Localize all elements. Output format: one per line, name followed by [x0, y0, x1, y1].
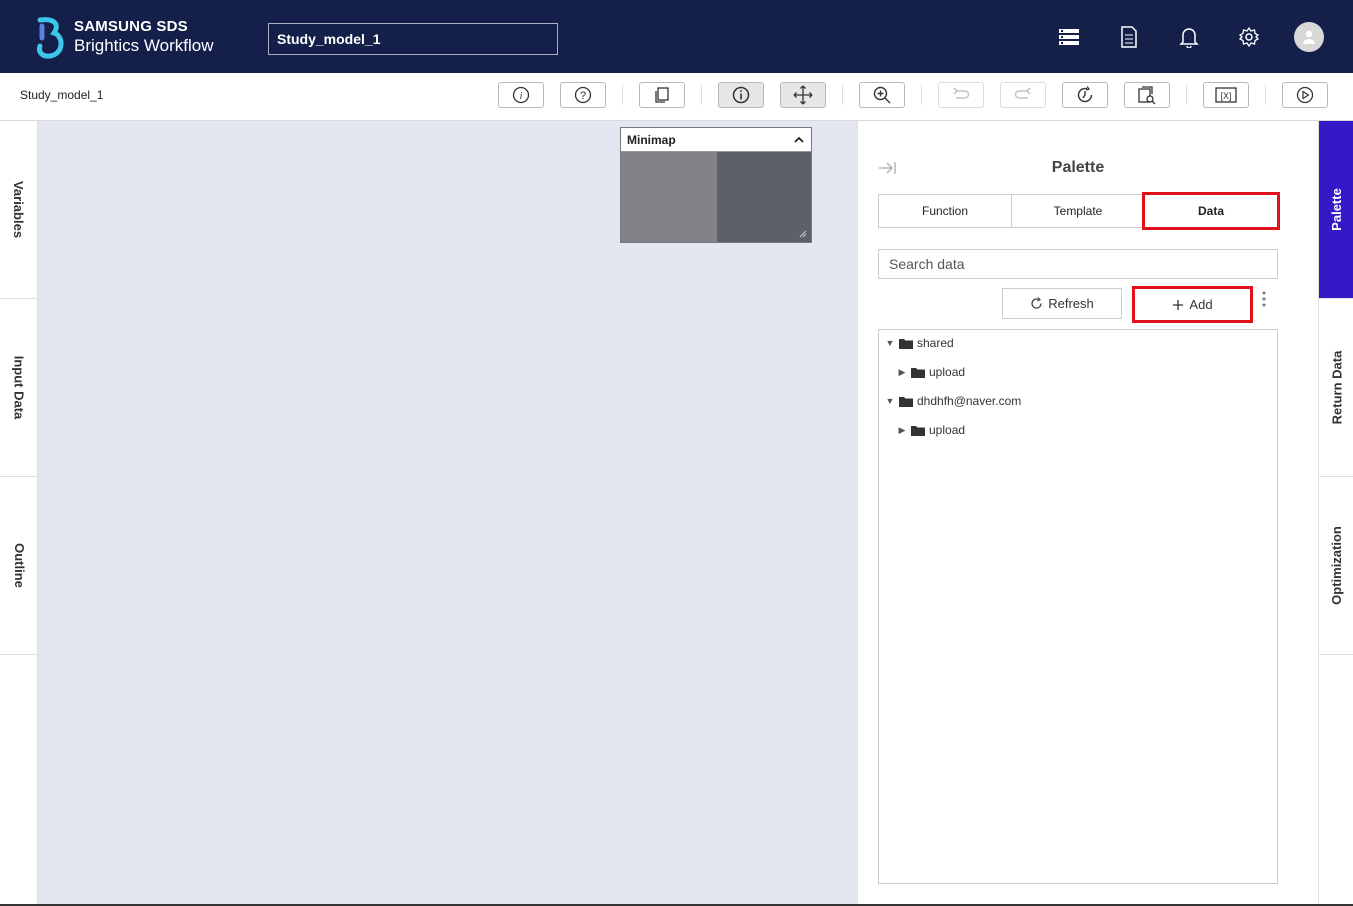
- folder-icon: [899, 338, 913, 349]
- bell-icon[interactable]: [1174, 22, 1204, 52]
- svg-text:i: i: [520, 91, 523, 102]
- move-button[interactable]: [780, 82, 826, 108]
- tab-outline-label: Outline: [11, 543, 27, 588]
- chevron-up-icon[interactable]: [793, 135, 805, 145]
- left-sidebar: Variables Input Data Outline: [0, 121, 38, 906]
- search-file-button[interactable]: [1124, 82, 1170, 108]
- toolbar-divider: [701, 85, 702, 105]
- tree-node-label: shared: [917, 336, 954, 350]
- redo-icon: [1014, 87, 1031, 99]
- folder-icon: [911, 367, 925, 378]
- caret-right-icon[interactable]: ▶: [897, 425, 907, 436]
- tab-variables-label: Variables: [11, 180, 27, 239]
- palette-tabs: Function Template Data: [878, 192, 1280, 230]
- copy-button[interactable]: [639, 82, 685, 108]
- tab-input-data-label: Input Data: [11, 355, 27, 420]
- tab-data[interactable]: Data: [1142, 192, 1280, 230]
- help-button[interactable]: ?: [560, 82, 606, 108]
- folder-icon: [899, 396, 913, 407]
- tree-node-label: upload: [929, 365, 966, 379]
- minimap-viewport-area[interactable]: [621, 152, 811, 242]
- tree-node-shared[interactable]: ▼ shared: [885, 333, 954, 353]
- user-avatar-icon[interactable]: [1294, 22, 1324, 52]
- move-icon: [793, 85, 813, 105]
- tab-input-data[interactable]: Input Data: [0, 299, 38, 477]
- refresh-icon: [1031, 297, 1042, 309]
- server-icon[interactable]: [1054, 22, 1084, 52]
- brightics-logo-icon: [37, 17, 64, 59]
- caret-down-icon[interactable]: ▼: [885, 338, 895, 348]
- zoom-in-icon: [873, 86, 891, 104]
- run-button[interactable]: [1282, 82, 1328, 108]
- svg-text:?: ?: [580, 90, 586, 102]
- minimap-header: Minimap: [621, 128, 811, 152]
- tree-node-label: dhdhfh@naver.com: [917, 394, 1022, 408]
- toolbar-divider: [622, 85, 623, 105]
- refresh-button[interactable]: Refresh: [1002, 288, 1122, 319]
- search-file-icon: [1138, 86, 1156, 105]
- right-sidebar: Palette Return Data Optimization: [1318, 121, 1353, 906]
- info-icon: i: [512, 86, 530, 104]
- refresh-label: Refresh: [1048, 296, 1094, 311]
- tab-template[interactable]: Template: [1012, 195, 1145, 227]
- tree-node-label: upload: [929, 423, 966, 437]
- model-title-input[interactable]: [268, 23, 558, 55]
- add-data-button[interactable]: Add: [1132, 286, 1253, 323]
- tab-optimization[interactable]: Optimization: [1319, 477, 1353, 655]
- gear-icon[interactable]: [1234, 22, 1264, 52]
- redo-button[interactable]: [1000, 82, 1046, 108]
- caret-down-icon[interactable]: ▼: [885, 396, 895, 406]
- undo-icon: [953, 87, 970, 99]
- tree-node-upload[interactable]: ▶ upload: [897, 362, 966, 382]
- folder-icon: [911, 425, 925, 436]
- variable-button[interactable]: [X]: [1203, 82, 1249, 108]
- more-options-icon[interactable]: [1262, 291, 1266, 312]
- minimap-title: Minimap: [627, 132, 676, 147]
- tab-variables[interactable]: Variables: [0, 121, 38, 299]
- toolbar-divider: [1265, 85, 1266, 105]
- plus-icon: [1173, 299, 1184, 310]
- info-button[interactable]: i: [498, 82, 544, 108]
- data-tree: ▼ shared ▶ upload ▼ dhdhfh@naver.com ▶ u…: [878, 329, 1278, 884]
- app-header: SAMSUNG SDS Brightics Workflow: [0, 0, 1353, 73]
- copy-icon: [655, 87, 669, 103]
- tab-optimization-label: Optimization: [1329, 526, 1344, 605]
- brand-company: SAMSUNG SDS: [74, 18, 188, 35]
- brand-product: Brightics Workflow: [74, 36, 214, 55]
- palette-title: Palette: [1051, 159, 1105, 176]
- add-label: Add: [1189, 297, 1213, 312]
- history-button[interactable]: [1062, 82, 1108, 108]
- undo-button[interactable]: [938, 82, 984, 108]
- help-icon: ?: [574, 86, 592, 104]
- document-icon[interactable]: [1114, 22, 1144, 52]
- history-icon: [1077, 86, 1093, 103]
- toolbar-divider: [1186, 85, 1187, 105]
- tab-palette-label: Palette: [1329, 188, 1345, 231]
- tab-return-data-label: Return Data: [1329, 350, 1344, 425]
- search-data-input[interactable]: [878, 249, 1278, 279]
- tree-node-user[interactable]: ▼ dhdhfh@naver.com: [885, 391, 1022, 411]
- minimap[interactable]: Minimap: [620, 127, 812, 243]
- info-toggle-icon: [732, 86, 750, 104]
- workflow-toolbar: Study_model_1 i ? [X]: [0, 73, 1353, 121]
- run-icon: [1296, 86, 1314, 104]
- palette-panel: Palette Function Template Data Refresh A…: [857, 121, 1318, 906]
- info-toggle-button[interactable]: [718, 82, 764, 108]
- caret-right-icon[interactable]: ▶: [897, 367, 907, 378]
- resize-handle-icon[interactable]: [799, 230, 807, 238]
- tab-function[interactable]: Function: [879, 195, 1012, 227]
- svg-text:[X]: [X]: [1220, 91, 1231, 101]
- variable-icon: [X]: [1215, 87, 1237, 103]
- tree-node-upload[interactable]: ▶ upload: [897, 420, 966, 440]
- tab-palette[interactable]: Palette: [1319, 121, 1353, 299]
- zoom-in-button[interactable]: [859, 82, 905, 108]
- toolbar-divider: [921, 85, 922, 105]
- tab-outline[interactable]: Outline: [0, 477, 38, 655]
- toolbar-divider: [842, 85, 843, 105]
- tab-return-data[interactable]: Return Data: [1319, 299, 1353, 477]
- minimap-visible-region[interactable]: [621, 152, 717, 242]
- breadcrumb: Study_model_1: [20, 88, 104, 102]
